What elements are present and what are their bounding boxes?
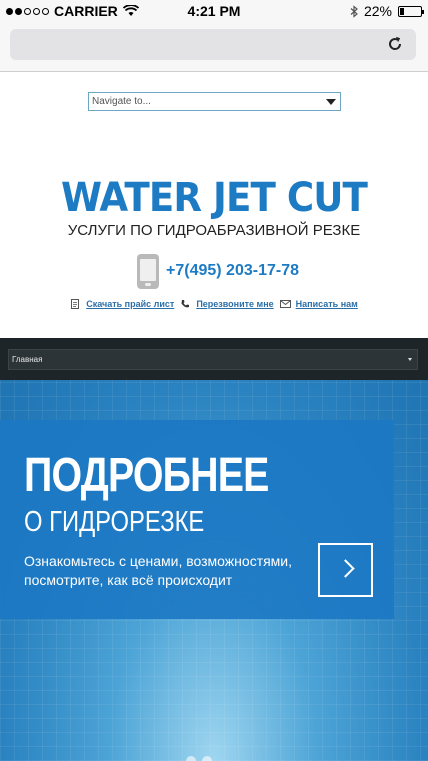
battery-percent: 22% (363, 3, 392, 19)
navigate-select-placeholder: Navigate to... (92, 96, 151, 107)
battery-icon (398, 5, 424, 17)
hero-description: Ознакомьтесь с ценами, возможностями, по… (24, 553, 293, 588)
navigate-select[interactable]: Navigate to... (88, 92, 341, 111)
header-links: Скачать прайс лист Перезвоните мне Напис… (0, 299, 428, 309)
download-price-link[interactable]: Скачать прайс лист (86, 299, 174, 309)
hero-banner: ПОДРОБНЕЕ О ГИДРОРЕЗКЕ Ознакомьтесь с це… (0, 380, 428, 761)
write-us-link[interactable]: Написать нам (296, 299, 358, 309)
site-logo[interactable]: WATER JET CUT (15, 176, 413, 220)
slider-dot[interactable] (186, 756, 196, 761)
main-menu-select-value: Главная (12, 355, 43, 364)
browser-address-bar (0, 22, 428, 72)
document-icon (70, 299, 80, 309)
chevron-down-icon (408, 358, 412, 361)
phone-icon (137, 254, 159, 289)
phone-number[interactable]: +7(495) 203-17-78 (166, 262, 299, 280)
status-right: 22% (350, 3, 424, 19)
bluetooth-icon (350, 4, 358, 18)
chevron-down-icon (326, 99, 336, 105)
phone-handset-icon (180, 299, 190, 309)
status-bar: CARRIER 4:21 PM 22% (0, 0, 428, 22)
dark-nav-bar: Главная (0, 338, 428, 380)
callback-link[interactable]: Перезвоните мне (196, 299, 273, 309)
hero-next-button[interactable] (318, 543, 373, 597)
main-menu-select[interactable]: Главная (8, 349, 418, 370)
site-tagline: УСЛУГИ ПО ГИДРОАБРАЗИВНОЙ РЕЗКЕ (67, 222, 361, 239)
slider-dot[interactable] (202, 756, 212, 761)
battery-level (400, 7, 405, 15)
url-field[interactable] (10, 29, 416, 60)
hero-title: ПОДРОБНЕЕ (24, 449, 269, 502)
slider-pagination (186, 756, 212, 761)
envelope-icon (279, 299, 291, 309)
reload-icon[interactable] (386, 35, 404, 53)
hero-subtitle: О ГИДРОРЕЗКЕ (24, 506, 205, 538)
